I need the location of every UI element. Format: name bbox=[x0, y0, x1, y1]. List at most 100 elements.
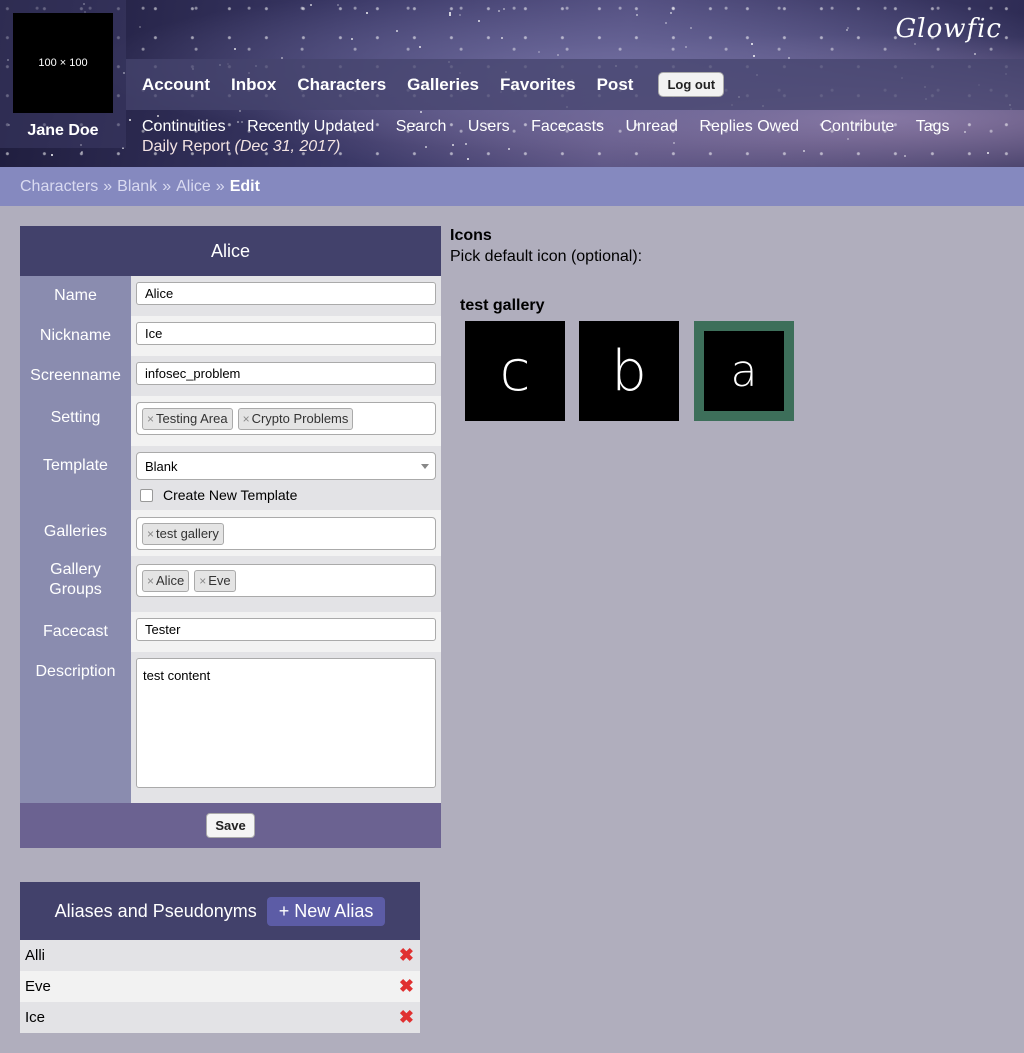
daily-report-date: (Dec 31, 2017) bbox=[234, 138, 341, 155]
nav-favorites[interactable]: Favorites bbox=[500, 75, 576, 95]
star-dot bbox=[419, 46, 421, 48]
save-button[interactable]: Save bbox=[206, 813, 255, 838]
nav-characters[interactable]: Characters bbox=[297, 75, 386, 95]
setting-tag-input[interactable]: × Testing Area × Crypto Problems bbox=[136, 402, 436, 435]
nav-tags[interactable]: Tags bbox=[916, 118, 950, 135]
new-alias-button[interactable]: + New Alias bbox=[266, 896, 386, 926]
setting-field-cell: × Testing Area × Crypto Problems bbox=[131, 396, 441, 446]
alias-row: Eve ✖ bbox=[20, 971, 420, 1002]
template-select[interactable]: Blank bbox=[136, 452, 436, 480]
star-dot bbox=[467, 158, 469, 160]
star-dot bbox=[234, 48, 236, 50]
nav-facecasts[interactable]: Facecasts bbox=[531, 118, 604, 135]
remove-tag-icon[interactable]: × bbox=[147, 574, 154, 588]
alias-name: Eve bbox=[25, 978, 51, 995]
create-template-option[interactable]: Create New Template bbox=[136, 487, 436, 503]
star-dot bbox=[665, 22, 667, 24]
screenname-input[interactable]: infosec_problem bbox=[136, 362, 436, 385]
breadcrumb-template[interactable]: Blank bbox=[117, 178, 157, 195]
name-field-cell: Alice bbox=[131, 276, 441, 316]
star-dot bbox=[449, 12, 451, 14]
icon-tile-c[interactable]: c bbox=[465, 321, 565, 421]
star-dot bbox=[337, 4, 339, 6]
name-input[interactable]: Alice bbox=[136, 282, 436, 305]
sub-nav: Continuities Recently Updated Search Use… bbox=[142, 118, 1012, 136]
breadcrumb-separator: » bbox=[162, 178, 172, 195]
star-dot bbox=[396, 30, 398, 32]
nickname-input[interactable]: Ice bbox=[136, 322, 436, 345]
avatar[interactable]: 100 × 100 bbox=[13, 13, 113, 113]
alias-row: Ice ✖ bbox=[20, 1002, 420, 1033]
nav-replies-owed[interactable]: Replies Owed bbox=[699, 118, 799, 135]
star-dot bbox=[310, 4, 312, 6]
setting-label: Setting bbox=[20, 396, 131, 446]
remove-tag-icon[interactable]: × bbox=[147, 527, 154, 541]
description-field-cell: test content bbox=[131, 652, 441, 803]
logout-button[interactable]: Log out bbox=[658, 72, 725, 97]
star-dot bbox=[239, 110, 241, 112]
icons-heading: Icons bbox=[450, 227, 492, 244]
star-dot bbox=[157, 115, 159, 117]
gallery-group-tag-label: Eve bbox=[208, 573, 231, 588]
facecast-input[interactable]: Tester bbox=[136, 618, 436, 641]
remove-tag-icon[interactable]: × bbox=[147, 412, 154, 426]
gallery-group-tag: × Alice bbox=[142, 570, 190, 592]
breadcrumb-separator: » bbox=[103, 178, 113, 195]
star-dot bbox=[690, 27, 692, 29]
gallery-groups-label: Gallery Groups bbox=[20, 556, 131, 612]
nav-inbox[interactable]: Inbox bbox=[231, 75, 276, 95]
delete-icon[interactable]: ✖ bbox=[399, 1007, 414, 1028]
star-dot bbox=[685, 46, 687, 48]
create-template-checkbox[interactable] bbox=[140, 488, 153, 502]
alias-name: Ice bbox=[25, 1009, 46, 1026]
star-dot bbox=[670, 12, 672, 14]
main-nav: Account Inbox Characters Galleries Favor… bbox=[126, 59, 1024, 110]
galleries-field-cell: × test gallery bbox=[131, 510, 441, 556]
site-logo[interactable]: Glowfic bbox=[896, 14, 1003, 44]
star-dot bbox=[478, 20, 480, 22]
form-footer: Save bbox=[20, 803, 441, 848]
alias-row: Alli ✖ bbox=[20, 940, 420, 971]
remove-tag-icon[interactable]: × bbox=[199, 574, 206, 588]
username-link[interactable]: Jane Doe bbox=[0, 122, 126, 140]
facecast-label: Facecast bbox=[20, 612, 131, 652]
nav-search[interactable]: Search bbox=[396, 118, 447, 135]
nav-account[interactable]: Account bbox=[142, 75, 210, 95]
star-dot bbox=[425, 146, 427, 148]
gallery-group-tag: × Eve bbox=[194, 570, 236, 592]
star-dot bbox=[673, 142, 675, 144]
screenname-field-cell: infosec_problem bbox=[131, 356, 441, 396]
icon-tile-a-selected[interactable]: a bbox=[694, 321, 794, 421]
nav-galleries[interactable]: Galleries bbox=[407, 75, 479, 95]
remove-tag-icon[interactable]: × bbox=[243, 412, 250, 426]
icons-subheading: Pick default icon (optional): bbox=[450, 248, 643, 265]
gallery-groups-tag-input[interactable]: × Alice × Eve bbox=[136, 564, 436, 597]
setting-tag: × Crypto Problems bbox=[237, 408, 354, 430]
star-dot bbox=[557, 54, 559, 56]
alias-list: Alli ✖ Eve ✖ Ice ✖ bbox=[20, 940, 420, 1033]
nav-users[interactable]: Users bbox=[468, 118, 510, 135]
gallery-groups-row: Gallery Groups × Alice × Eve bbox=[20, 556, 441, 612]
screenname-label: Screenname bbox=[20, 356, 131, 396]
daily-report-link[interactable]: Daily Report (Dec 31, 2017) bbox=[142, 138, 340, 156]
star-dot bbox=[904, 155, 906, 157]
star-dot bbox=[449, 14, 451, 16]
nav-unread[interactable]: Unread bbox=[625, 118, 677, 135]
name-label: Name bbox=[20, 276, 131, 316]
nav-contribute[interactable]: Contribute bbox=[820, 118, 894, 135]
icon-tile-b[interactable]: b bbox=[579, 321, 679, 421]
template-row: Template Blank Create New Template bbox=[20, 446, 441, 510]
star-dot bbox=[501, 37, 503, 39]
nav-recently-updated[interactable]: Recently Updated bbox=[247, 118, 374, 135]
breadcrumb-characters[interactable]: Characters bbox=[20, 178, 98, 195]
nav-post[interactable]: Post bbox=[597, 75, 634, 95]
star-dot bbox=[452, 144, 454, 146]
galleries-tag-input[interactable]: × test gallery bbox=[136, 517, 436, 550]
delete-icon[interactable]: ✖ bbox=[399, 976, 414, 997]
star-dot bbox=[636, 14, 638, 16]
delete-icon[interactable]: ✖ bbox=[399, 945, 414, 966]
description-textarea[interactable]: test content bbox=[136, 658, 436, 788]
breadcrumb-character[interactable]: Alice bbox=[176, 178, 211, 195]
nav-continuities[interactable]: Continuities bbox=[142, 118, 226, 135]
star-dot bbox=[459, 14, 461, 16]
